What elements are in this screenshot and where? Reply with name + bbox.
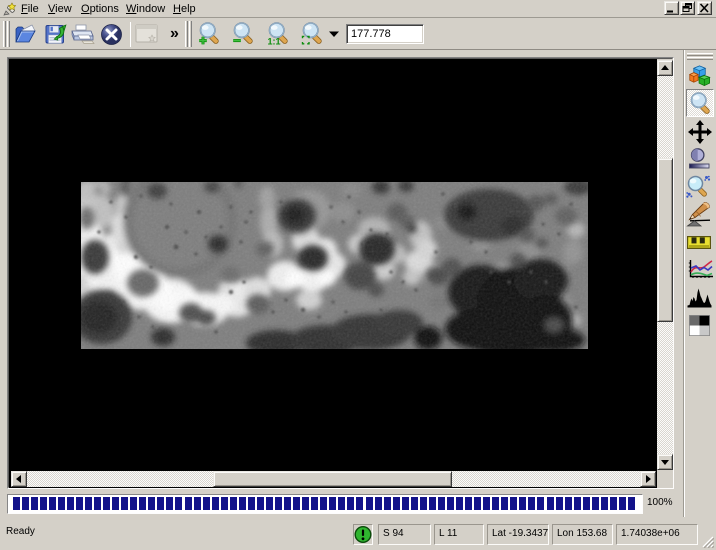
- svg-text:1:1: 1:1: [268, 37, 281, 47]
